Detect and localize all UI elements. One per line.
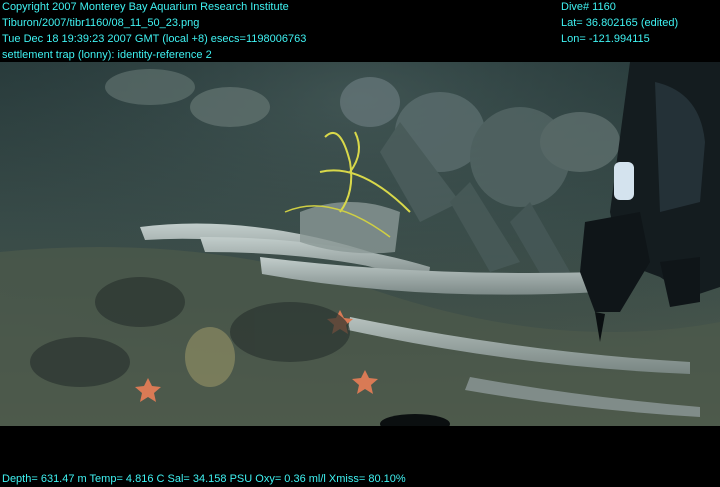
telemetry-line: Depth= 631.47 m Temp= 4.816 C Sal= 34.15… <box>2 473 406 485</box>
dive-number: Dive# 1160 <box>561 1 616 13</box>
annotation-line: settlement trap (lonny): identity-refere… <box>2 49 212 61</box>
seafloor-scene <box>0 62 720 426</box>
header-right: Dive# 1160 Lat= 36.802165 (edited) Lon= … <box>561 0 678 47</box>
header-left: Copyright 2007 Monterey Bay Aquarium Res… <box>2 0 306 63</box>
whale-fall-image <box>0 62 720 426</box>
latitude: Lat= 36.802165 (edited) <box>561 17 679 29</box>
longitude: Lon= -121.994115 <box>561 33 650 45</box>
filename-line: Tiburon/2007/tibr1160/08_11_50_23.png <box>2 17 200 29</box>
timestamp-line: Tue Dec 18 19:39:23 2007 GMT (local +8) … <box>2 33 307 45</box>
copyright-line: Copyright 2007 Monterey Bay Aquarium Res… <box>2 1 289 13</box>
